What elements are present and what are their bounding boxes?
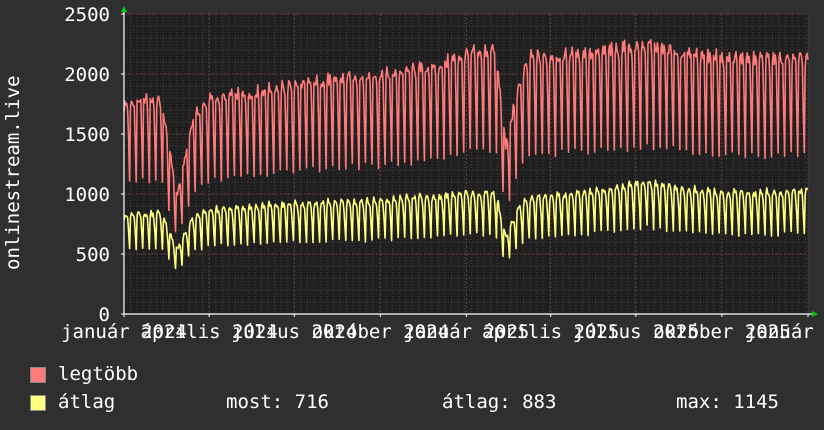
stat-average: átlag: 883 [442,391,557,413]
x-axis-arrow [812,311,818,317]
y-tick-label: 500 [76,244,110,266]
y-axis-title: onlinestream.live [2,75,24,270]
y-tick-label: 1500 [64,124,110,146]
stat-max: max: 1145 [676,391,779,413]
y-tick-label: 2000 [64,64,110,86]
stat-now: most: 716 [226,391,329,413]
y-tick-label: 2500 [64,4,110,26]
x-tick-label: január 2026 [745,321,824,343]
legend-swatch-avg [30,395,46,411]
legend-label-avg: átlag [58,391,116,413]
y-tick-label: 1000 [64,184,110,206]
legend-swatch-max [30,367,46,383]
y-axis-arrow [121,6,127,12]
chart-root: 0 500 1000 1500 2000 2500 január 2024 április 2… [0,0,824,430]
legend-label-max: legtöbb [58,363,139,385]
